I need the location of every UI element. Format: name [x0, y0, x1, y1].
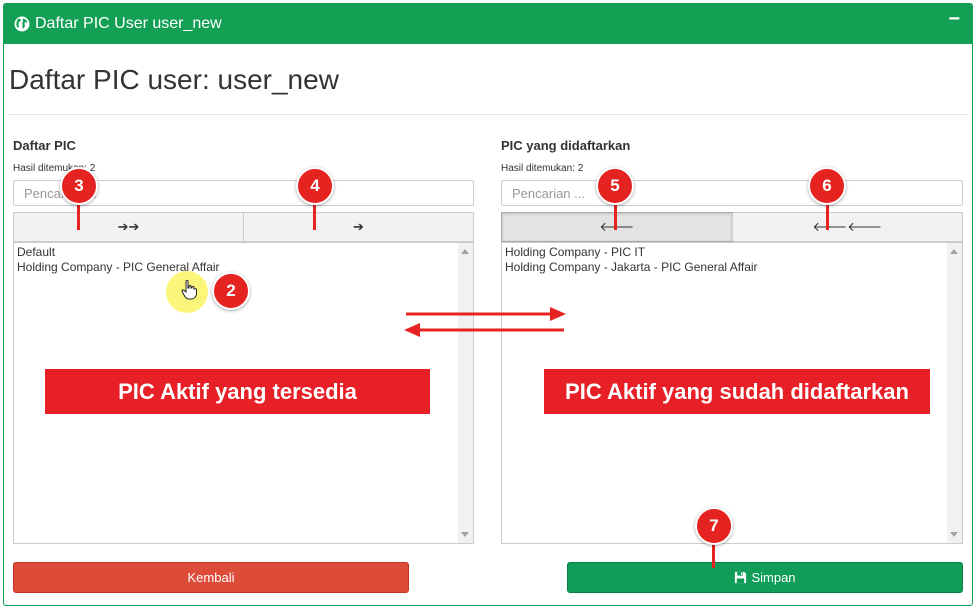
left-scrollbar[interactable] — [458, 243, 473, 543]
move-all-left-button[interactable]: 🡐🡐 — [731, 213, 962, 241]
list-item[interactable]: Holding Company - PIC IT — [502, 245, 962, 260]
left-list-label: Daftar PIC — [13, 138, 76, 153]
annotation-badge-7: 7 — [695, 507, 733, 545]
annotation-pointer — [826, 204, 829, 230]
scroll-down-icon[interactable] — [950, 532, 958, 537]
back-button-label: Kembali — [187, 570, 235, 585]
annotation-pointer — [614, 204, 617, 230]
floppy-disk-icon — [735, 571, 747, 584]
page-title: Daftar PIC user: user_new — [9, 64, 339, 95]
scroll-down-icon[interactable] — [461, 532, 469, 537]
annotation-badge-3: 3 — [60, 167, 98, 205]
panel-header: Daftar PIC User user_new − — [4, 4, 972, 44]
annotation-badge-5: 5 — [596, 167, 634, 205]
right-list-label: PIC yang didaftarkan — [501, 138, 631, 153]
collapse-button[interactable]: − — [948, 8, 960, 31]
right-scrollbar[interactable] — [947, 243, 962, 543]
move-all-right-button[interactable]: ➔➔ — [14, 213, 243, 241]
registered-callout: PIC Aktif yang sudah didaftarkan — [544, 369, 930, 414]
left-move-buttons: ➔➔ ➔ — [13, 212, 474, 242]
save-button[interactable]: Simpan — [567, 562, 963, 593]
list-item[interactable]: Holding Company - PIC General Affair — [14, 260, 473, 275]
transfer-arrows-icon — [404, 307, 566, 337]
save-button-label: Simpan — [751, 570, 796, 585]
annotation-badge-4: 4 — [296, 167, 334, 205]
scroll-up-icon[interactable] — [461, 249, 469, 254]
right-move-buttons: 🡐 🡐🡐 — [501, 212, 963, 242]
right-search-input[interactable] — [501, 180, 963, 206]
scroll-up-icon[interactable] — [950, 249, 958, 254]
annotation-badge-6: 6 — [808, 167, 846, 205]
panel-title: Daftar PIC User user_new — [35, 15, 222, 32]
list-item[interactable]: Holding Company - Jakarta - PIC General … — [502, 260, 962, 275]
annotation-badge-2: 2 — [212, 272, 250, 310]
annotation-pointer — [712, 542, 715, 568]
back-button[interactable]: Kembali — [13, 562, 409, 593]
list-item[interactable]: Default — [14, 245, 473, 260]
move-selected-right-button[interactable]: ➔ — [243, 213, 473, 241]
annotation-pointer — [77, 204, 80, 230]
hand-pointer-icon — [181, 279, 197, 300]
divider — [9, 114, 967, 115]
annotation-pointer — [313, 204, 316, 230]
right-result-count: Hasil ditemukan: 2 — [501, 163, 584, 174]
available-callout: PIC Aktif yang tersedia — [45, 369, 430, 414]
globe-icon — [14, 16, 30, 32]
